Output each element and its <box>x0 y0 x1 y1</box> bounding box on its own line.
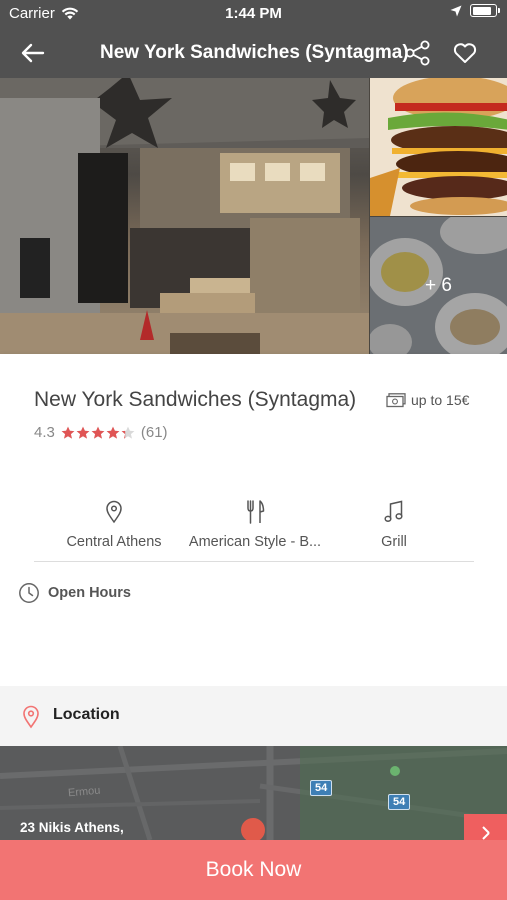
open-hours-label: Open Hours <box>48 585 131 601</box>
back-arrow-icon[interactable] <box>18 38 48 68</box>
location-label: Location <box>53 706 120 723</box>
star-icon <box>121 426 135 439</box>
feature-area: Central Athens <box>55 500 173 550</box>
location-arrow-icon <box>450 5 462 16</box>
star-icon <box>91 426 105 439</box>
location-header: Location <box>0 686 507 746</box>
clock-icon <box>19 583 39 603</box>
road-shield: 54 <box>310 780 333 796</box>
feature-cuisine-label: American Style - B... <box>188 534 322 550</box>
feature-style: Grill <box>364 500 424 550</box>
address-text: 23 Nikis Athens, <box>20 820 124 835</box>
open-hours-row[interactable]: Open Hours <box>18 582 131 604</box>
star-icon <box>61 426 75 439</box>
more-photos-tile[interactable]: + 6 <box>370 217 507 354</box>
location-pin-icon <box>23 705 39 729</box>
map-view[interactable]: Ermou 54 54 23 Nikis Athens, <box>0 746 507 840</box>
rating-stars <box>61 426 135 440</box>
battery-icon <box>470 4 500 17</box>
photo-gallery: + 6 <box>0 78 507 354</box>
feature-cuisine: American Style - B... <box>180 500 330 550</box>
restaurant-interior-image <box>0 78 369 354</box>
music-note-icon <box>384 500 403 522</box>
burger-image <box>370 78 507 216</box>
battery-fill <box>472 6 492 15</box>
features-divider <box>34 561 474 562</box>
page-title: New York Sandwiches (Syntagma) <box>100 42 409 63</box>
status-bar: Carrier 1:44 PM <box>0 0 507 28</box>
chevron-right-icon <box>482 826 490 840</box>
main-photo[interactable] <box>0 78 369 354</box>
rating-value: 4.3 <box>34 424 55 441</box>
directions-button[interactable] <box>464 814 507 840</box>
price-label: up to 15€ <box>411 392 470 408</box>
star-icon <box>106 426 120 439</box>
rating: 4.3 (61) <box>34 424 168 441</box>
restaurant-info-card: New York Sandwiches (Syntagma) up to 15€… <box>0 354 507 686</box>
review-count: (61) <box>140 424 168 441</box>
more-photos-count: + 6 <box>425 275 452 296</box>
location-pin-icon <box>106 500 122 524</box>
feature-style-label: Grill <box>381 534 407 550</box>
price-range: up to 15€ <box>386 392 469 408</box>
burger-photo[interactable] <box>370 78 507 216</box>
star-icon <box>76 426 90 439</box>
restaurant-name: New York Sandwiches (Syntagma) <box>34 388 357 411</box>
feature-area-label: Central Athens <box>66 534 162 550</box>
heart-icon[interactable] <box>452 40 478 66</box>
fork-knife-icon <box>247 500 265 524</box>
nav-bar: New York Sandwiches (Syntagma) <box>0 28 507 78</box>
cash-icon <box>386 392 406 407</box>
share-icon[interactable] <box>404 39 432 67</box>
book-now-button[interactable]: Book Now <box>0 840 507 900</box>
road-shield: 54 <box>388 794 411 810</box>
status-time: 1:44 PM <box>225 5 282 22</box>
